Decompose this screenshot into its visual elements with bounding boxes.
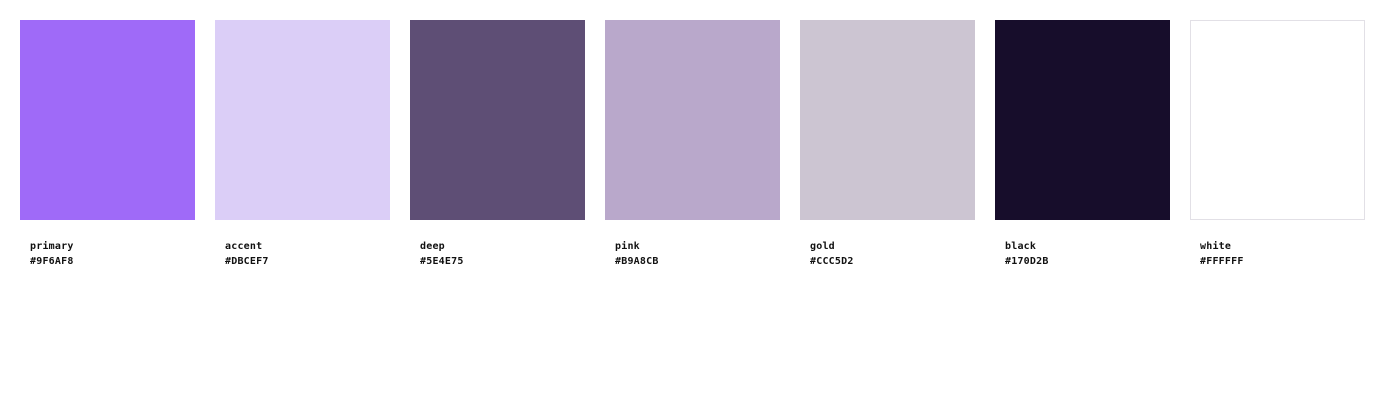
swatch-name: primary [30,241,74,252]
swatch-card-accent: accent #DBCEF7 [215,20,390,269]
swatch-primary [20,20,195,220]
swatch-meta: black #170D2B [995,220,1170,269]
swatch-card-gold: gold #CCC5D2 [800,20,975,269]
swatch-white [1190,20,1365,220]
swatch-card-deep: deep #5E4E75 [410,20,585,269]
swatch-hex: #9F6AF8 [30,256,74,267]
swatch-meta: pink #B9A8CB [605,220,780,269]
swatch-black [995,20,1170,220]
swatch-card-black: black #170D2B [995,20,1170,269]
swatch-name: gold [810,241,835,252]
swatch-hex: #B9A8CB [615,256,659,267]
swatch-deep [410,20,585,220]
swatch-meta: accent #DBCEF7 [215,220,390,269]
color-palette: primary #9F6AF8 accent #DBCEF7 deep #5E4… [20,20,1365,269]
swatch-name: white [1200,241,1232,252]
swatch-meta: primary #9F6AF8 [20,220,195,269]
swatch-name: accent [225,241,263,252]
swatch-pink [605,20,780,220]
swatch-hex: #170D2B [1005,256,1049,267]
swatch-hex: #DBCEF7 [225,256,269,267]
swatch-name: deep [420,241,445,252]
swatch-card-white: white #FFFFFF [1190,20,1365,269]
swatch-hex: #5E4E75 [420,256,464,267]
swatch-accent [215,20,390,220]
swatch-card-pink: pink #B9A8CB [605,20,780,269]
swatch-name: pink [615,241,640,252]
swatch-gold [800,20,975,220]
swatch-name: black [1005,241,1037,252]
swatch-meta: white #FFFFFF [1190,220,1365,269]
swatch-hex: #FFFFFF [1200,256,1244,267]
swatch-meta: gold #CCC5D2 [800,220,975,269]
swatch-card-primary: primary #9F6AF8 [20,20,195,269]
swatch-meta: deep #5E4E75 [410,220,585,269]
swatch-hex: #CCC5D2 [810,256,854,267]
